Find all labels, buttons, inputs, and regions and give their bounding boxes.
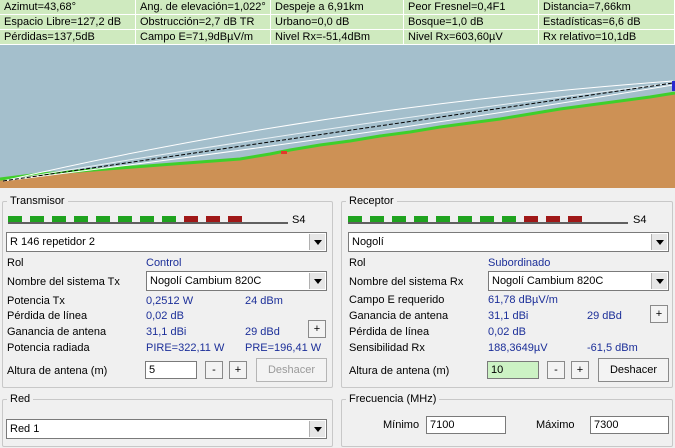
- tx-system-select[interactable]: Nogolí Cambium 820C: [146, 271, 327, 291]
- distance-stat: Distancia=7,66km: [539, 0, 675, 15]
- rx-relative-stat: Rx relativo=10,1dB: [539, 30, 675, 45]
- rx-gain-plus-button[interactable]: +: [650, 305, 668, 323]
- tx-gain-dbd: 29 dBd: [245, 326, 280, 338]
- network-select[interactable]: Red 1: [6, 419, 327, 439]
- chevron-down-icon[interactable]: [309, 273, 325, 289]
- receiver-title: Receptor: [346, 194, 397, 208]
- rx-role-label: Rol: [349, 257, 366, 269]
- tx-height-minus-button[interactable]: -: [205, 361, 223, 379]
- e-field-stat: Campo E=71,9dBµV/m: [136, 30, 271, 45]
- tx-role-value: Control: [146, 257, 182, 269]
- chevron-down-icon[interactable]: [651, 273, 667, 289]
- azimuth-stat: Azimut=43,68°: [0, 0, 136, 15]
- tx-power-w: 0,2512 W: [146, 295, 194, 307]
- rx-sensitivity-uv: 188,3649µV: [488, 342, 548, 354]
- worst-fresnel-stat: Peor Fresnel=0,4F1: [404, 0, 539, 15]
- tx-line-loss-value: 0,02 dB: [146, 310, 184, 322]
- rx-system-value: Nogolí Cambium 820C: [492, 275, 604, 287]
- network-value: Red 1: [10, 423, 40, 435]
- chevron-down-icon[interactable]: [309, 234, 325, 250]
- rx-line-loss-value: 0,02 dB: [488, 326, 526, 338]
- elevation-angle-stat: Ang. de elevación=1,022°: [136, 0, 271, 15]
- tx-system-value: Nogolí Cambium 820C: [150, 275, 262, 287]
- rx-gain-label: Ganancia de antena: [349, 310, 449, 322]
- chevron-down-icon[interactable]: [651, 234, 667, 250]
- free-space-stat: Espacio Libre=127,2 dB: [0, 15, 136, 30]
- rx-sensitivity-label: Sensibilidad Rx: [349, 342, 425, 354]
- rx-gain-dbd: 29 dBd: [587, 310, 622, 322]
- tx-signal-meter: [8, 216, 288, 224]
- transmitter-title: Transmisor: [7, 194, 68, 208]
- tx-gain-label: Ganancia de antena: [7, 326, 107, 338]
- tx-power-dbm: 24 dBm: [245, 295, 283, 307]
- rx-meter-baseline: [348, 222, 628, 224]
- link-statistics-panel: Azimut=43,68° Ang. de elevación=1,022° D…: [0, 0, 675, 45]
- rx-line-loss-label: Pérdida de línea: [349, 326, 430, 338]
- rx-system-label: Nombre del sistema Rx: [349, 276, 464, 288]
- forest-stat: Bosque=1,0 dB: [404, 15, 539, 30]
- frequency-max-input[interactable]: 7300: [590, 416, 669, 434]
- tx-power-label: Potencia Tx: [7, 295, 65, 307]
- network-title: Red: [7, 392, 34, 406]
- tx-height-label: Altura de antena (m): [7, 365, 108, 377]
- rx-sensitivity-dbm: -61,5 dBm: [587, 342, 638, 354]
- tx-gain-plus-button[interactable]: +: [308, 320, 326, 338]
- rx-field-label: Campo E requerido: [349, 294, 445, 306]
- chevron-down-icon[interactable]: [309, 421, 325, 437]
- rx-station-select[interactable]: Nogolí: [348, 232, 669, 252]
- tx-pire-value: PIRE=322,11 W: [146, 342, 225, 354]
- terrain-profile-graphic: [0, 80, 675, 188]
- rx-level-uv-stat: Nivel Rx=603,60µV: [404, 30, 539, 45]
- rx-station-value: Nogolí: [352, 236, 384, 248]
- rx-undo-button[interactable]: Deshacer: [598, 358, 669, 382]
- terrain-profile-view: [0, 45, 675, 188]
- rx-system-select[interactable]: Nogolí Cambium 820C: [488, 271, 669, 291]
- rx-signal-meter: [348, 216, 628, 224]
- rx-field-value: 61,78 dBµV/m: [488, 294, 558, 306]
- statistics-stat: Estadísticas=6,6 dB: [539, 15, 675, 30]
- tx-undo-button[interactable]: Deshacer: [256, 358, 327, 382]
- tx-gain-dbi: 31,1 dBi: [146, 326, 187, 338]
- rx-gain-dbi: 31,1 dBi: [488, 310, 529, 322]
- obstruction-stat: Obstrucción=2,7 dB TR: [136, 15, 271, 30]
- losses-stat: Pérdidas=137,5dB: [0, 30, 136, 45]
- rx-signal-label: S4: [633, 214, 647, 226]
- rx-level-dbm-stat: Nivel Rx=-51,4dBm: [271, 30, 404, 45]
- tx-role-label: Rol: [7, 257, 24, 269]
- tx-pre-value: PRE=196,41 W: [245, 342, 322, 354]
- clearance-stat: Despeje a 6,91km: [271, 0, 404, 15]
- tx-line-loss-label: Pérdida de línea: [7, 310, 88, 322]
- urban-stat: Urbano=0,0 dB: [271, 15, 404, 30]
- rx-height-label: Altura de antena (m): [349, 365, 450, 377]
- tx-meter-baseline: [8, 222, 288, 224]
- tx-station-select[interactable]: R 146 repetidor 2: [6, 232, 327, 252]
- frequency-title: Frecuencia (MHz): [346, 392, 440, 406]
- tx-height-input[interactable]: 5: [145, 361, 197, 379]
- frequency-min-input[interactable]: 7100: [426, 416, 506, 434]
- obstruction-marker: [281, 151, 287, 154]
- rx-height-minus-button[interactable]: -: [547, 361, 565, 379]
- tx-height-plus-button[interactable]: +: [229, 361, 247, 379]
- tx-signal-label: S4: [292, 214, 306, 226]
- frequency-max-label: Máximo: [536, 419, 575, 431]
- tx-system-label: Nombre del sistema Tx: [7, 276, 120, 288]
- frequency-min-label: Mínimo: [383, 419, 420, 431]
- tx-station-value: R 146 repetidor 2: [10, 236, 95, 248]
- rx-height-plus-button[interactable]: +: [571, 361, 589, 379]
- tx-radiated-label: Potencia radiada: [7, 342, 90, 354]
- rx-role-value: Subordinado: [488, 257, 551, 269]
- rx-height-input[interactable]: 10: [487, 361, 539, 379]
